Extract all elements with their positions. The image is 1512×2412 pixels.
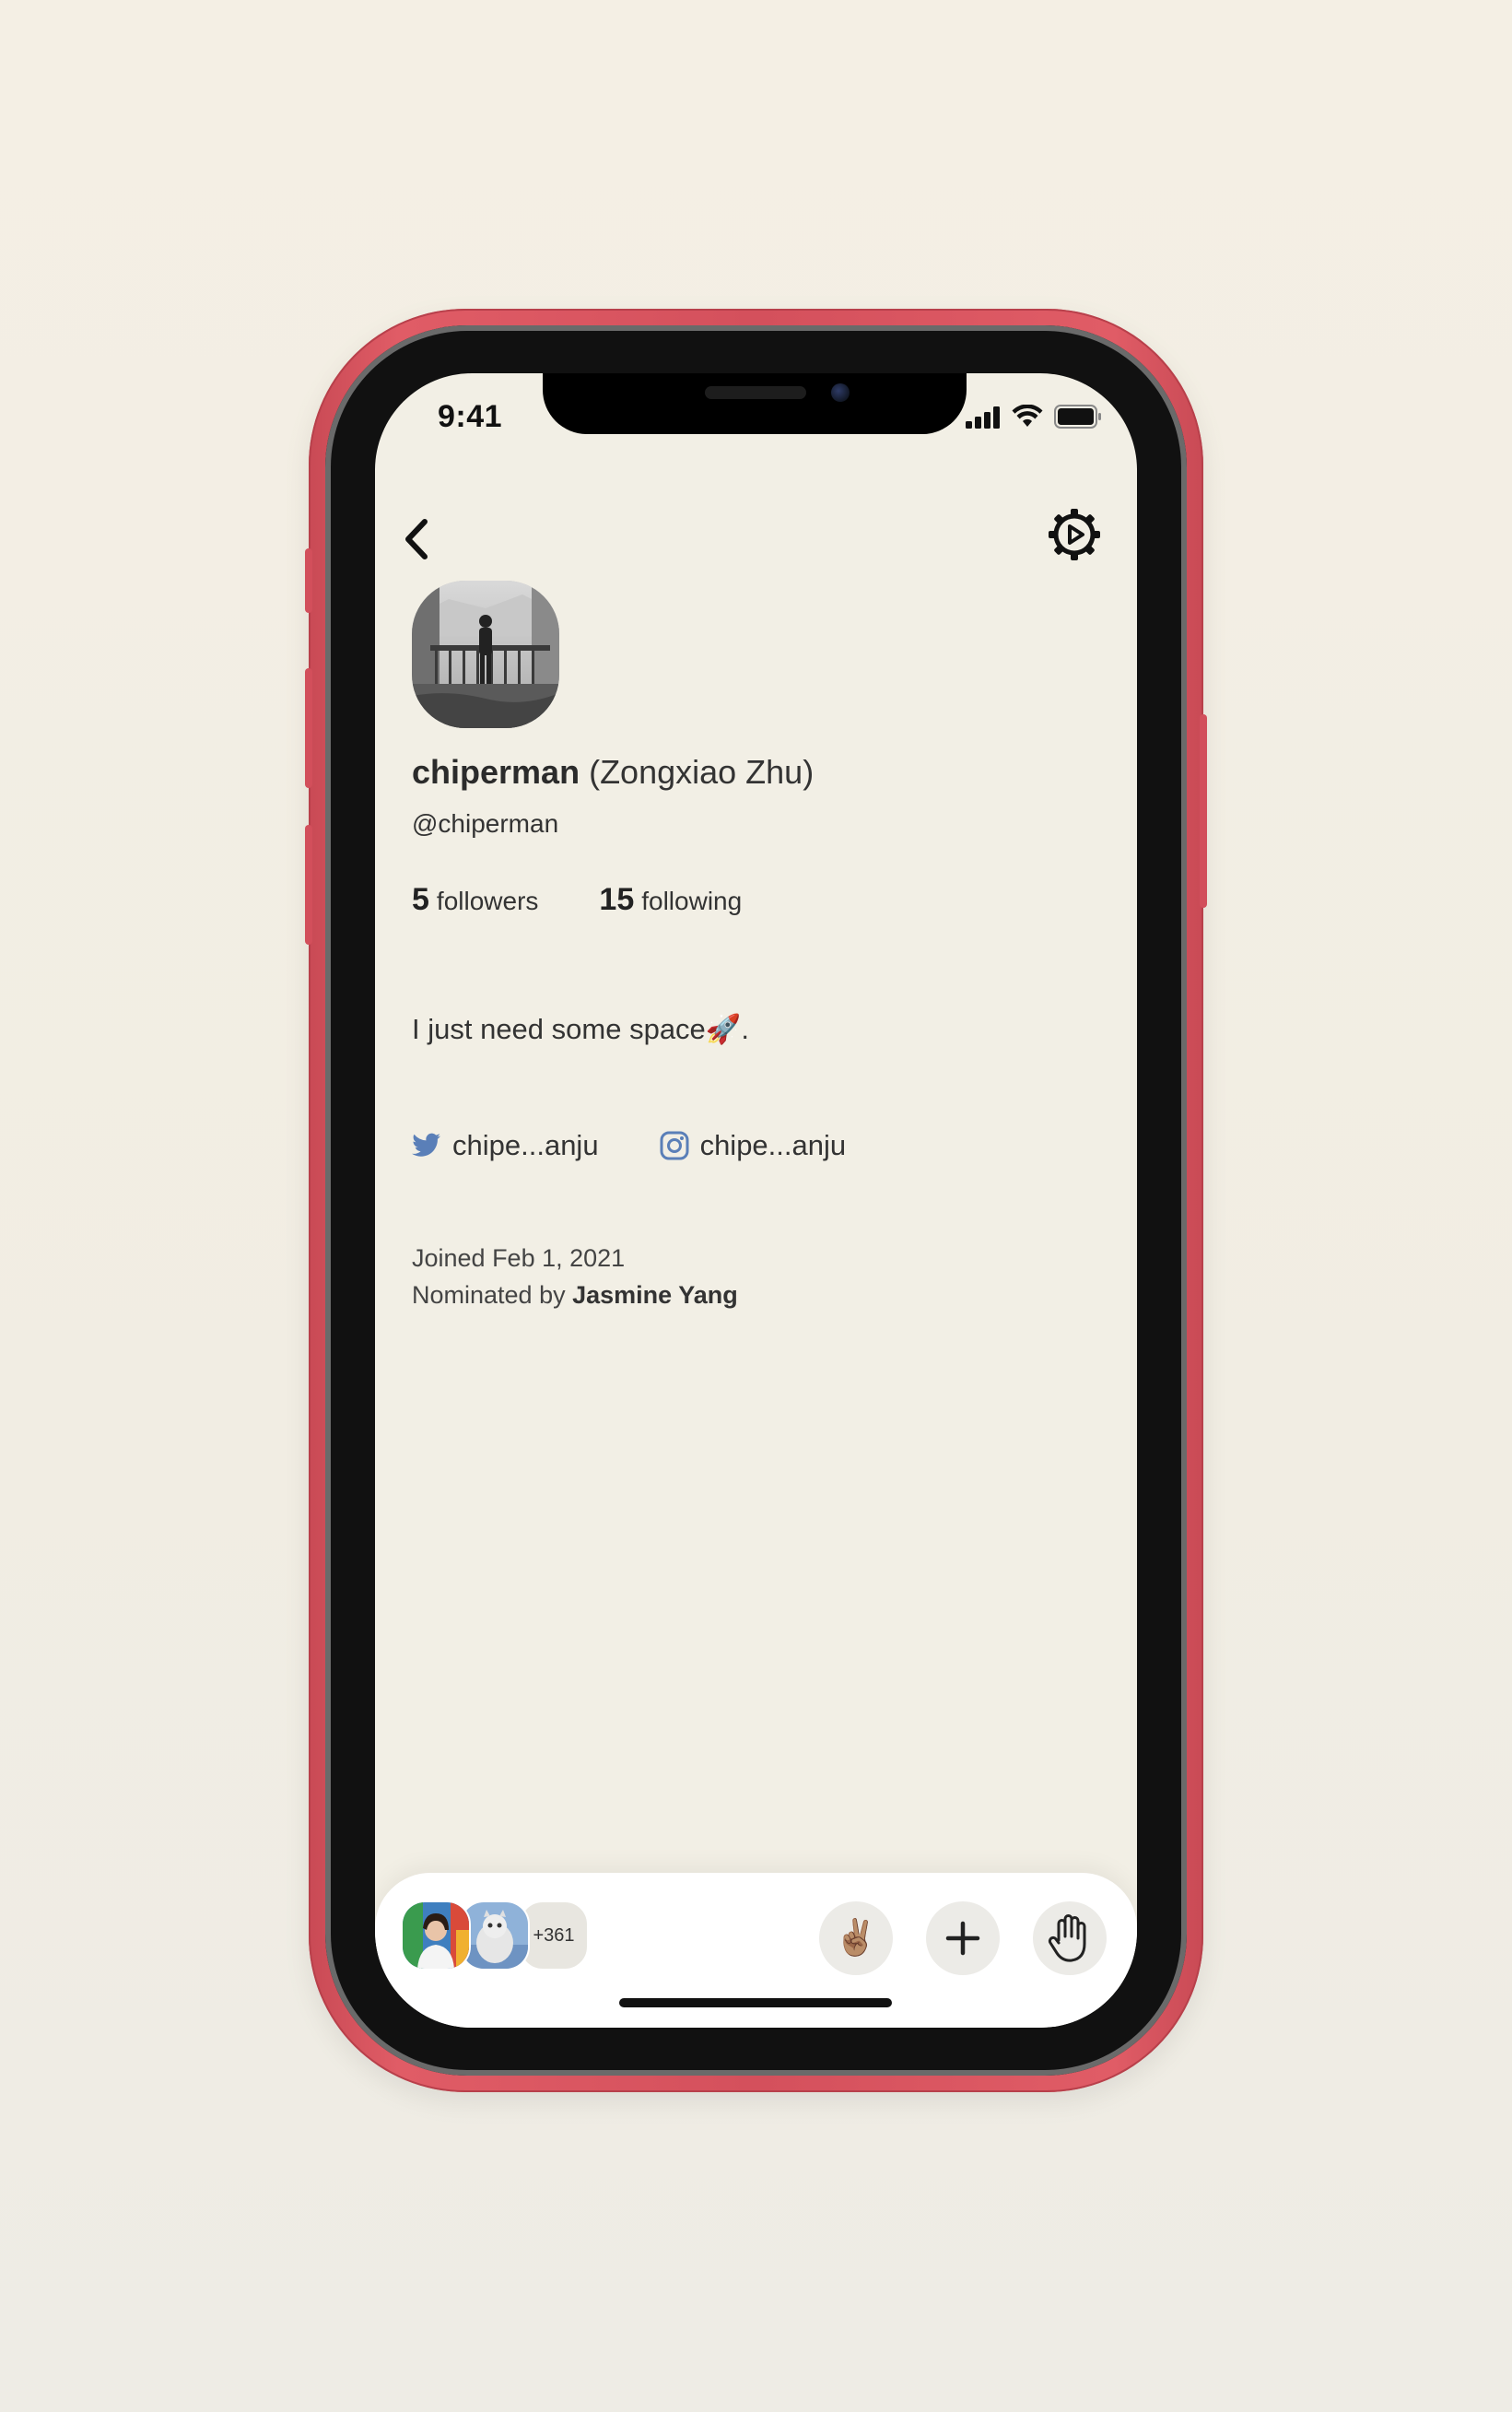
volume-up-button (305, 668, 312, 788)
following-link[interactable]: 15 following (599, 882, 742, 918)
mute-switch (305, 548, 312, 613)
followers-count: 5 (412, 882, 429, 917)
nominator-link[interactable]: Jasmine Yang (572, 1281, 738, 1309)
screen: 9:41 chiperman (Zongxiao Zhu) @chiperman… (375, 373, 1137, 2028)
instagram-icon (660, 1131, 689, 1160)
real-name: (Zongxiao Zhu) (589, 753, 815, 791)
profile-avatar[interactable] (412, 581, 559, 728)
nominated-line: Nominated by Jasmine Yang (412, 1277, 738, 1313)
front-camera (831, 383, 850, 402)
home-indicator[interactable] (619, 1998, 892, 2007)
following-count: 15 (599, 882, 635, 917)
phone-frame: 9:41 chiperman (Zongxiao Zhu) @chiperman… (305, 309, 1207, 2092)
chevron-left-icon (405, 519, 428, 559)
followers-label: followers (436, 887, 539, 915)
username: chiperman (412, 753, 580, 791)
add-button[interactable] (926, 1901, 1000, 1975)
gear-icon (1049, 509, 1100, 560)
profile-handle: @chiperman (412, 809, 559, 838)
participant-photo (462, 1902, 528, 1969)
participant-photo (403, 1902, 469, 1969)
join-info: Joined Feb 1, 2021 Nominated by Jasmine … (412, 1240, 738, 1313)
instagram-username: chipe...anju (699, 1129, 847, 1161)
raise-hand-button[interactable] (1033, 1901, 1107, 1975)
settings-button[interactable] (1047, 507, 1102, 562)
nominated-prefix: Nominated by (412, 1281, 566, 1309)
power-button (1200, 714, 1207, 908)
battery-icon (1054, 405, 1101, 429)
signal-icon (966, 406, 1000, 429)
profile-bio: I just need some space🚀. (412, 1013, 750, 1045)
social-links: chipe...anju chipe...anju (412, 1129, 846, 1162)
earpiece-speaker (705, 386, 806, 399)
peace-hand-icon: ✌🏽 (834, 1919, 878, 1958)
notch (543, 373, 967, 434)
followers-link[interactable]: 5 followers (412, 882, 538, 918)
plus-icon (945, 1921, 980, 1956)
volume-down-button (305, 825, 312, 945)
joined-date: Joined Feb 1, 2021 (412, 1244, 626, 1272)
hand-icon (1048, 1914, 1086, 1962)
status-time: 9:41 (438, 399, 503, 434)
twitter-bird-icon (412, 1133, 440, 1157)
back-button[interactable] (395, 512, 438, 567)
instagram-link[interactable]: chipe...anju (660, 1129, 847, 1162)
avatar-photo (412, 581, 559, 728)
status-icons (966, 405, 1102, 429)
follow-stats: 5 followers 15 following (412, 882, 742, 918)
profile-name: chiperman (Zongxiao Zhu) (412, 753, 814, 792)
twitter-link[interactable]: chipe...anju (412, 1129, 599, 1162)
peace-button[interactable]: ✌🏽 (819, 1901, 893, 1975)
wifi-icon (1012, 405, 1043, 427)
twitter-username: chipe...anju (452, 1129, 599, 1161)
following-label: following (641, 887, 743, 915)
participant-avatar (401, 1900, 471, 1971)
room-participants[interactable]: +361 (401, 1900, 589, 1971)
